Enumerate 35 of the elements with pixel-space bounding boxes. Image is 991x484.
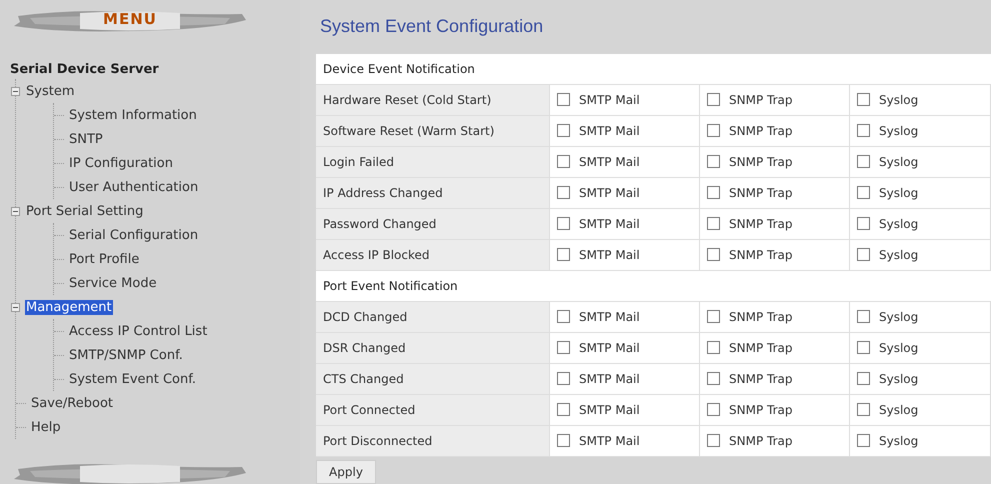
menu-item[interactable]: SNTP	[68, 132, 104, 146]
section-heading: Device Event Notification	[316, 54, 991, 85]
section-heading: Port Event Notification	[316, 270, 991, 302]
collapse-icon[interactable]	[11, 206, 20, 216]
event-name: Software Reset (Warm Start)	[316, 116, 550, 147]
menu-item[interactable]: Service Mode	[68, 276, 158, 290]
collapse-icon[interactable]	[11, 86, 20, 96]
event-name: Hardware Reset (Cold Start)	[316, 84, 550, 116]
menu-item[interactable]: Help	[30, 420, 62, 434]
event-name: CTS Changed	[316, 364, 550, 395]
tree-root: Serial Device Server	[10, 62, 160, 77]
event-name: Password Changed	[316, 208, 550, 240]
menu-item[interactable]: Save/Reboot	[30, 396, 114, 410]
event-name: IP Address Changed	[316, 178, 550, 209]
menu-item[interactable]: Access IP Control List	[68, 324, 208, 338]
event-name: Access IP Blocked	[316, 240, 550, 271]
menu-item[interactable]: SMTP/SNMP Conf.	[68, 348, 184, 362]
menu-item[interactable]: Serial Configuration	[68, 228, 200, 242]
menu-item[interactable]: Port Profile	[68, 252, 140, 266]
event-name: Login Failed	[316, 146, 550, 178]
event-name: Port Connected	[316, 394, 550, 426]
menu-item[interactable]: IP Configuration	[68, 156, 174, 170]
menu-item[interactable]: System	[25, 84, 76, 98]
event-name: DCD Changed	[316, 302, 550, 333]
collapse-icon[interactable]	[11, 302, 20, 312]
event-name: Port Disconnected	[316, 426, 550, 457]
page-title: System Event Configuration	[319, 15, 544, 38]
menu-title: MENU	[103, 10, 157, 28]
apply-button[interactable]: Apply	[316, 460, 376, 484]
menu-item[interactable]: Management	[25, 300, 113, 314]
menu-item[interactable]: Port Serial Setting	[25, 204, 144, 218]
menu-item[interactable]: User Authentication	[68, 180, 200, 194]
event-name: DSR Changed	[316, 332, 550, 364]
menu-item[interactable]: System Information	[68, 108, 198, 122]
menu-item[interactable]: System Event Conf.	[68, 372, 198, 386]
